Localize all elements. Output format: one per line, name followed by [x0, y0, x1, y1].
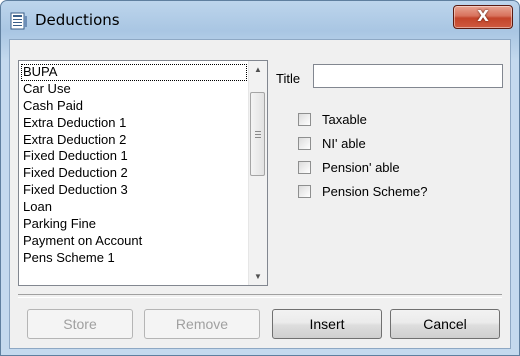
- pension-scheme-label: Pension Scheme?: [322, 184, 428, 199]
- list-item[interactable]: Extra Deduction 2: [21, 132, 247, 149]
- ni-able-checkbox[interactable]: [298, 137, 311, 150]
- list-item[interactable]: Extra Deduction 1: [21, 115, 247, 132]
- close-icon: X: [477, 7, 489, 25]
- deductions-dialog: Deductions X BUPA Car Use Cash Paid Extr…: [0, 0, 520, 356]
- list-item[interactable]: Fixed Deduction 2: [21, 165, 247, 182]
- pension-scheme-checkbox[interactable]: [298, 185, 311, 198]
- dialog-body: BUPA Car Use Cash Paid Extra Deduction 1…: [9, 39, 511, 349]
- scroll-thumb[interactable]: [250, 92, 265, 176]
- remove-button[interactable]: Remove: [144, 309, 260, 339]
- title-input[interactable]: [313, 64, 503, 88]
- ni-able-label: NI' able: [322, 136, 366, 151]
- list-item[interactable]: BUPA: [21, 64, 247, 81]
- divider: [18, 294, 502, 298]
- list-item[interactable]: Cash Paid: [21, 98, 247, 115]
- list-items: BUPA Car Use Cash Paid Extra Deduction 1…: [21, 64, 247, 267]
- insert-button[interactable]: Insert: [272, 309, 382, 339]
- pension-able-label: Pension' able: [322, 160, 400, 175]
- title-bar[interactable]: Deductions X: [1, 1, 519, 39]
- window-title: Deductions: [35, 11, 120, 29]
- scroll-up-icon[interactable]: ▲: [249, 61, 267, 78]
- list-item[interactable]: Loan: [21, 199, 247, 216]
- list-item[interactable]: Fixed Deduction 1: [21, 148, 247, 165]
- deductions-listbox[interactable]: BUPA Car Use Cash Paid Extra Deduction 1…: [18, 60, 268, 286]
- title-label: Title: [276, 71, 301, 86]
- taxable-checkbox[interactable]: [298, 113, 311, 126]
- list-item[interactable]: Fixed Deduction 3: [21, 182, 247, 199]
- list-item[interactable]: Parking Fine: [21, 216, 247, 233]
- scroll-down-icon[interactable]: ▼: [249, 268, 267, 285]
- app-icon: [10, 12, 27, 30]
- list-item[interactable]: Pens Scheme 1: [21, 250, 247, 267]
- list-scrollbar[interactable]: ▲ ▼: [248, 61, 267, 285]
- grip-line: [255, 134, 261, 135]
- grip-line: [255, 131, 261, 132]
- pension-able-checkbox[interactable]: [298, 161, 311, 174]
- cancel-button[interactable]: Cancel: [390, 309, 500, 339]
- store-button[interactable]: Store: [27, 309, 133, 339]
- list-item[interactable]: Car Use: [21, 81, 247, 98]
- taxable-label: Taxable: [322, 112, 367, 127]
- close-button[interactable]: X: [453, 5, 513, 29]
- grip-line: [255, 137, 261, 138]
- list-item[interactable]: Payment on Account: [21, 233, 247, 250]
